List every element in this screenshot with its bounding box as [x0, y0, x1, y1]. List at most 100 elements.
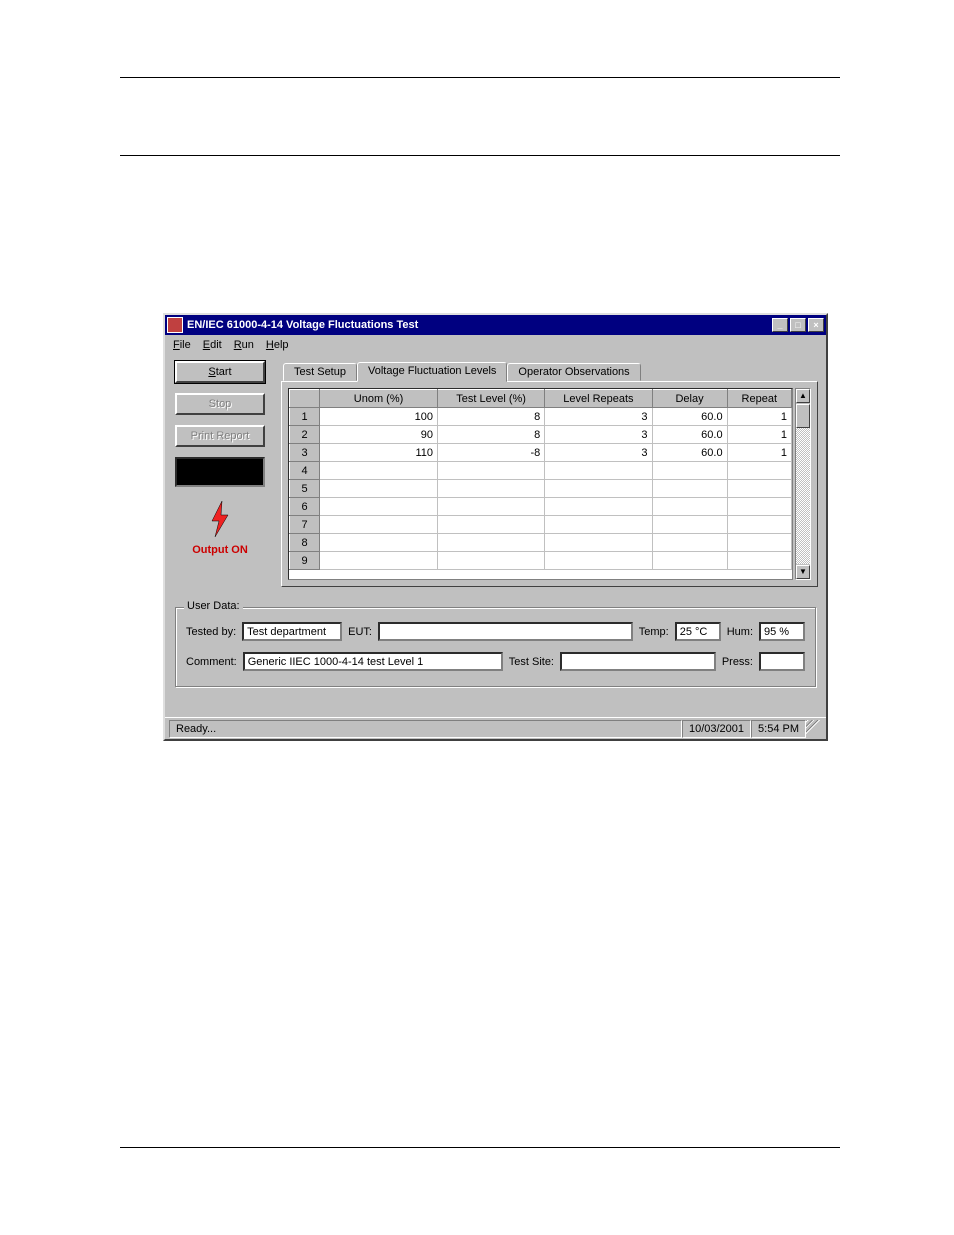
- scroll-up-button[interactable]: ▲: [796, 389, 810, 403]
- cell-repeat[interactable]: 1: [727, 426, 791, 444]
- cell-delay[interactable]: [652, 480, 727, 498]
- cell-testlevel[interactable]: 8: [438, 426, 545, 444]
- test-site-input[interactable]: [560, 652, 716, 671]
- cell-levelrepeats[interactable]: [545, 552, 652, 570]
- cell-levelrepeats[interactable]: [545, 534, 652, 552]
- col-delay[interactable]: Delay: [652, 390, 727, 408]
- cell-repeat[interactable]: [727, 462, 791, 480]
- row-header[interactable]: 4: [290, 462, 320, 480]
- row-header[interactable]: 6: [290, 498, 320, 516]
- cell-unom[interactable]: [320, 552, 438, 570]
- titlebar[interactable]: EN/IEC 61000-4-14 Voltage Fluctuations T…: [165, 315, 826, 335]
- cell-delay[interactable]: [652, 516, 727, 534]
- grid-scrollbar[interactable]: ▲ ▼: [795, 388, 811, 580]
- row-header[interactable]: 2: [290, 426, 320, 444]
- cell-levelrepeats[interactable]: 3: [545, 408, 652, 426]
- maximize-button[interactable]: □: [790, 318, 806, 332]
- tab-test-setup[interactable]: Test Setup: [283, 363, 357, 381]
- close-button[interactable]: ×: [808, 318, 824, 332]
- cell-delay[interactable]: [652, 498, 727, 516]
- menu-help[interactable]: Help: [266, 339, 289, 351]
- table-row[interactable]: 7: [290, 516, 792, 534]
- table-row[interactable]: 3110-8360.01: [290, 444, 792, 462]
- cell-testlevel[interactable]: [438, 516, 545, 534]
- row-header[interactable]: 7: [290, 516, 320, 534]
- col-unom[interactable]: Unom (%): [320, 390, 438, 408]
- cell-levelrepeats[interactable]: [545, 480, 652, 498]
- cell-delay[interactable]: 60.0: [652, 426, 727, 444]
- cell-unom[interactable]: [320, 462, 438, 480]
- cell-testlevel[interactable]: -8: [438, 444, 545, 462]
- stop-button[interactable]: Stop: [175, 393, 265, 415]
- cell-levelrepeats[interactable]: 3: [545, 444, 652, 462]
- cell-levelrepeats[interactable]: [545, 462, 652, 480]
- row-header[interactable]: 1: [290, 408, 320, 426]
- statusbar: Ready... 10/03/2001 5:54 PM: [165, 717, 826, 739]
- cell-repeat[interactable]: [727, 552, 791, 570]
- menu-edit[interactable]: Edit: [203, 339, 222, 351]
- cell-unom[interactable]: [320, 534, 438, 552]
- scroll-down-button[interactable]: ▼: [796, 565, 810, 579]
- table-row[interactable]: 9: [290, 552, 792, 570]
- comment-input[interactable]: [243, 652, 503, 671]
- cell-unom[interactable]: 110: [320, 444, 438, 462]
- cell-unom[interactable]: 90: [320, 426, 438, 444]
- cell-repeat[interactable]: [727, 480, 791, 498]
- levels-grid[interactable]: Unom (%) Test Level (%) Level Repeats De…: [288, 388, 793, 580]
- col-repeat[interactable]: Repeat: [727, 390, 791, 408]
- cell-unom[interactable]: [320, 480, 438, 498]
- cell-testlevel[interactable]: [438, 534, 545, 552]
- col-levelrepeats[interactable]: Level Repeats: [545, 390, 652, 408]
- cell-delay[interactable]: 60.0: [652, 444, 727, 462]
- col-testlevel[interactable]: Test Level (%): [438, 390, 545, 408]
- resize-grip[interactable]: [806, 720, 822, 738]
- grid-corner[interactable]: [290, 390, 320, 408]
- tested-by-input[interactable]: [242, 622, 342, 641]
- row-header[interactable]: 3: [290, 444, 320, 462]
- tab-operator-observations[interactable]: Operator Observations: [507, 363, 640, 381]
- cell-levelrepeats[interactable]: [545, 516, 652, 534]
- cell-delay[interactable]: [652, 534, 727, 552]
- table-row[interactable]: 11008360.01: [290, 408, 792, 426]
- tab-voltage-levels[interactable]: Voltage Fluctuation Levels: [357, 362, 507, 382]
- status-date: 10/03/2001: [682, 720, 751, 738]
- cell-levelrepeats[interactable]: [545, 498, 652, 516]
- cell-repeat[interactable]: [727, 498, 791, 516]
- table-row[interactable]: 2908360.01: [290, 426, 792, 444]
- cell-delay[interactable]: [652, 462, 727, 480]
- menu-run[interactable]: Run: [234, 339, 254, 351]
- hum-label: Hum:: [727, 626, 753, 638]
- rule-mid: [120, 155, 840, 156]
- table-row[interactable]: 4: [290, 462, 792, 480]
- cell-repeat[interactable]: [727, 534, 791, 552]
- cell-unom[interactable]: [320, 498, 438, 516]
- press-input[interactable]: [759, 652, 805, 671]
- print-report-button[interactable]: Print Report: [175, 425, 265, 447]
- start-button[interactable]: Start: [175, 361, 265, 383]
- cell-testlevel[interactable]: [438, 498, 545, 516]
- row-header[interactable]: 9: [290, 552, 320, 570]
- cell-unom[interactable]: 100: [320, 408, 438, 426]
- row-header[interactable]: 8: [290, 534, 320, 552]
- hum-input[interactable]: [759, 622, 805, 641]
- minimize-button[interactable]: _: [772, 318, 788, 332]
- temp-input[interactable]: [675, 622, 721, 641]
- cell-unom[interactable]: [320, 516, 438, 534]
- cell-testlevel[interactable]: [438, 462, 545, 480]
- cell-repeat[interactable]: [727, 516, 791, 534]
- cell-delay[interactable]: [652, 552, 727, 570]
- cell-testlevel[interactable]: [438, 480, 545, 498]
- scroll-thumb[interactable]: [796, 404, 810, 428]
- table-row[interactable]: 6: [290, 498, 792, 516]
- table-row[interactable]: 5: [290, 480, 792, 498]
- cell-levelrepeats[interactable]: 3: [545, 426, 652, 444]
- cell-repeat[interactable]: 1: [727, 408, 791, 426]
- eut-input[interactable]: [378, 622, 633, 641]
- cell-delay[interactable]: 60.0: [652, 408, 727, 426]
- menu-file[interactable]: File: [173, 339, 191, 351]
- cell-testlevel[interactable]: [438, 552, 545, 570]
- table-row[interactable]: 8: [290, 534, 792, 552]
- cell-repeat[interactable]: 1: [727, 444, 791, 462]
- row-header[interactable]: 5: [290, 480, 320, 498]
- cell-testlevel[interactable]: 8: [438, 408, 545, 426]
